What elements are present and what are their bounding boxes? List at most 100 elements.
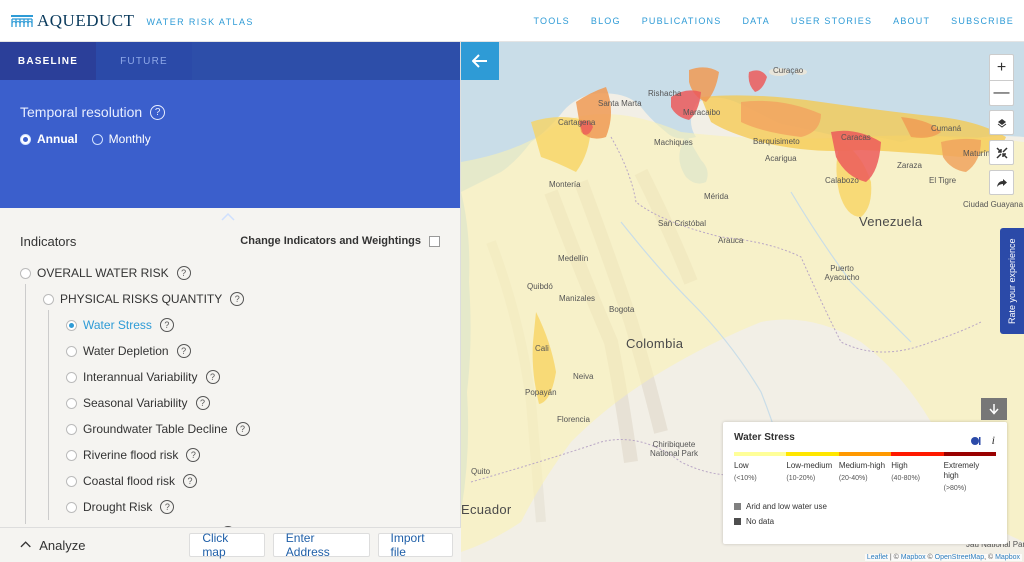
map-canvas[interactable]: Curaçao Rishacha Santa Marta Maracaibo Carta… — [461, 42, 1024, 562]
indicator-label[interactable]: Groundwater Table Decline — [83, 422, 228, 436]
nav-user-stories[interactable]: USER STORIES — [791, 16, 872, 26]
indicator-label[interactable]: Water Stress — [83, 318, 152, 332]
annual-label[interactable]: Annual — [37, 132, 78, 146]
click-map-button[interactable]: Click map — [189, 531, 265, 559]
nav-tools[interactable]: TOOLS — [534, 16, 570, 26]
indicator-radio[interactable] — [20, 267, 31, 279]
leaflet-link[interactable]: Leaflet — [867, 554, 888, 561]
indicator-radio[interactable] — [66, 397, 77, 409]
logo-subtitle: WATER RISK ATLAS — [146, 16, 254, 27]
opacity-icon[interactable] — [970, 436, 982, 446]
indicator-item[interactable]: Groundwater Table Decline? — [20, 416, 440, 442]
sidebar: BASELINE FUTURE Temporal resolution ? An… — [0, 42, 461, 562]
import-file-button[interactable]: Import file — [377, 531, 454, 559]
nav-publications[interactable]: PUBLICATIONS — [642, 16, 722, 26]
nav-about[interactable]: ABOUT — [893, 16, 930, 26]
legend-toggle-button[interactable] — [981, 398, 1007, 420]
legend-category-range: (40-80%) — [891, 475, 921, 482]
rate-experience-tab[interactable]: Rate your experience — [1000, 228, 1024, 334]
help-icon[interactable]: ? — [176, 266, 191, 280]
monthly-radio[interactable] — [91, 133, 103, 145]
place-label: El Tigre — [929, 176, 957, 185]
mapbox-link[interactable]: Mapbox — [995, 554, 1020, 561]
help-icon[interactable]: ? — [195, 396, 210, 410]
legend-category: Extremely high (>80%) — [944, 461, 996, 494]
legend-category-label: Low-medium — [786, 461, 833, 470]
collapse-sidebar-button[interactable] — [461, 42, 499, 80]
help-icon[interactable]: ? — [235, 422, 250, 436]
zoom-out-button[interactable]: — — [990, 80, 1013, 105]
indicator-label[interactable]: Interannual Variability — [83, 370, 198, 384]
help-icon[interactable]: ? — [186, 448, 201, 462]
indicator-radio[interactable] — [66, 449, 77, 461]
legend-category-label: Medium-high — [838, 461, 886, 470]
zoom-in-button[interactable]: + — [990, 55, 1013, 80]
nav-subscribe[interactable]: SUBSCRIBE — [951, 16, 1014, 26]
help-icon[interactable]: ? — [160, 500, 175, 514]
help-icon[interactable]: ? — [205, 370, 220, 384]
place-label: Rishacha — [648, 89, 682, 98]
share-button[interactable] — [989, 170, 1014, 195]
indicator-item[interactable]: Water Depletion? — [20, 338, 440, 364]
help-icon[interactable]: ? — [176, 344, 191, 358]
help-icon[interactable]: ? — [230, 292, 245, 306]
indicator-label[interactable]: Water Depletion — [83, 344, 169, 358]
legend-extra: Arid and low water use No data — [734, 502, 996, 526]
indicator-item[interactable]: Drought Risk? — [20, 494, 440, 520]
legend-category-range: (20-40%) — [838, 475, 868, 482]
annual-radio[interactable] — [20, 133, 31, 145]
legend-icons: i — [970, 433, 995, 448]
enter-address-button[interactable]: Enter Address — [272, 531, 370, 559]
indicator-item[interactable]: Water Stress? — [20, 312, 440, 338]
nav-blog[interactable]: BLOG — [591, 16, 621, 26]
change-indicators-toggle[interactable]: Change Indicators and Weightings — [240, 235, 440, 247]
legend-extra-swatch — [734, 503, 741, 510]
indicator-item[interactable]: Coastal flood risk? — [20, 468, 440, 494]
indicator-label[interactable]: Riverine flood risk — [83, 448, 178, 462]
indicator-item[interactable]: Interannual Variability? — [20, 364, 440, 390]
tab-future[interactable]: FUTURE — [96, 42, 192, 80]
fullscreen-button[interactable] — [989, 140, 1014, 165]
change-indicators-checkbox[interactable] — [429, 235, 440, 247]
help-icon[interactable]: ? — [159, 318, 174, 332]
monthly-label[interactable]: Monthly — [109, 132, 151, 146]
country-label: Venezuela — [859, 214, 923, 229]
indicator-label[interactable]: Drought Risk — [83, 500, 152, 514]
indicator-item[interactable]: OVERALL WATER RISK? — [20, 260, 440, 286]
place-label: Quibdó — [527, 282, 553, 291]
legend-extra-label: Arid and low water use — [746, 502, 827, 511]
indicator-radio[interactable] — [66, 475, 77, 487]
indicator-label[interactable]: OVERALL WATER RISK — [37, 266, 169, 280]
indicator-label[interactable]: Seasonal Variability — [83, 396, 188, 410]
indicator-radio[interactable] — [66, 345, 77, 357]
indicator-radio[interactable] — [66, 319, 77, 331]
layers-button[interactable] — [989, 110, 1014, 135]
mapbox-link[interactable]: Mapbox — [901, 554, 926, 561]
help-icon[interactable]: ? — [183, 474, 198, 488]
osm-link[interactable]: OpenStreetMap — [935, 554, 984, 561]
place-label: Manizales — [559, 294, 596, 303]
chevron-up-icon[interactable] — [20, 539, 31, 551]
indicator-item[interactable]: PHYSICAL RISKS QUANTITY? — [20, 286, 440, 312]
indicator-label[interactable]: PHYSICAL RISKS QUANTITY — [60, 292, 222, 306]
tab-baseline[interactable]: BASELINE — [0, 42, 96, 80]
nav-data[interactable]: DATA — [742, 16, 769, 26]
indicator-label[interactable]: Coastal flood risk — [83, 474, 175, 488]
legend-category-range: (<10%) — [734, 475, 757, 482]
indicator-radio[interactable] — [66, 423, 77, 435]
analyze-label[interactable]: Analyze — [39, 538, 161, 553]
main-nav: TOOLS BLOG PUBLICATIONS DATA USER STORIE… — [513, 0, 1014, 42]
indicator-radio[interactable] — [43, 293, 54, 305]
indicator-item[interactable]: Riverine flood risk? — [20, 442, 440, 468]
indicator-item[interactable]: Seasonal Variability? — [20, 390, 440, 416]
info-icon[interactable]: i — [992, 433, 995, 448]
indicator-radio[interactable] — [66, 371, 77, 383]
indicator-radio[interactable] — [66, 501, 77, 513]
place-label: Medellín — [558, 254, 589, 263]
aqueduct-logo[interactable]: AQUEDUCT WATER RISK ATLAS — [11, 11, 254, 31]
help-icon[interactable]: ? — [150, 104, 166, 120]
layers-icon — [997, 118, 1006, 128]
legend-color-bar — [734, 452, 997, 456]
attribution-separator: , © — [984, 554, 996, 561]
legend-category: Low-medium (10-20%) — [786, 461, 838, 494]
